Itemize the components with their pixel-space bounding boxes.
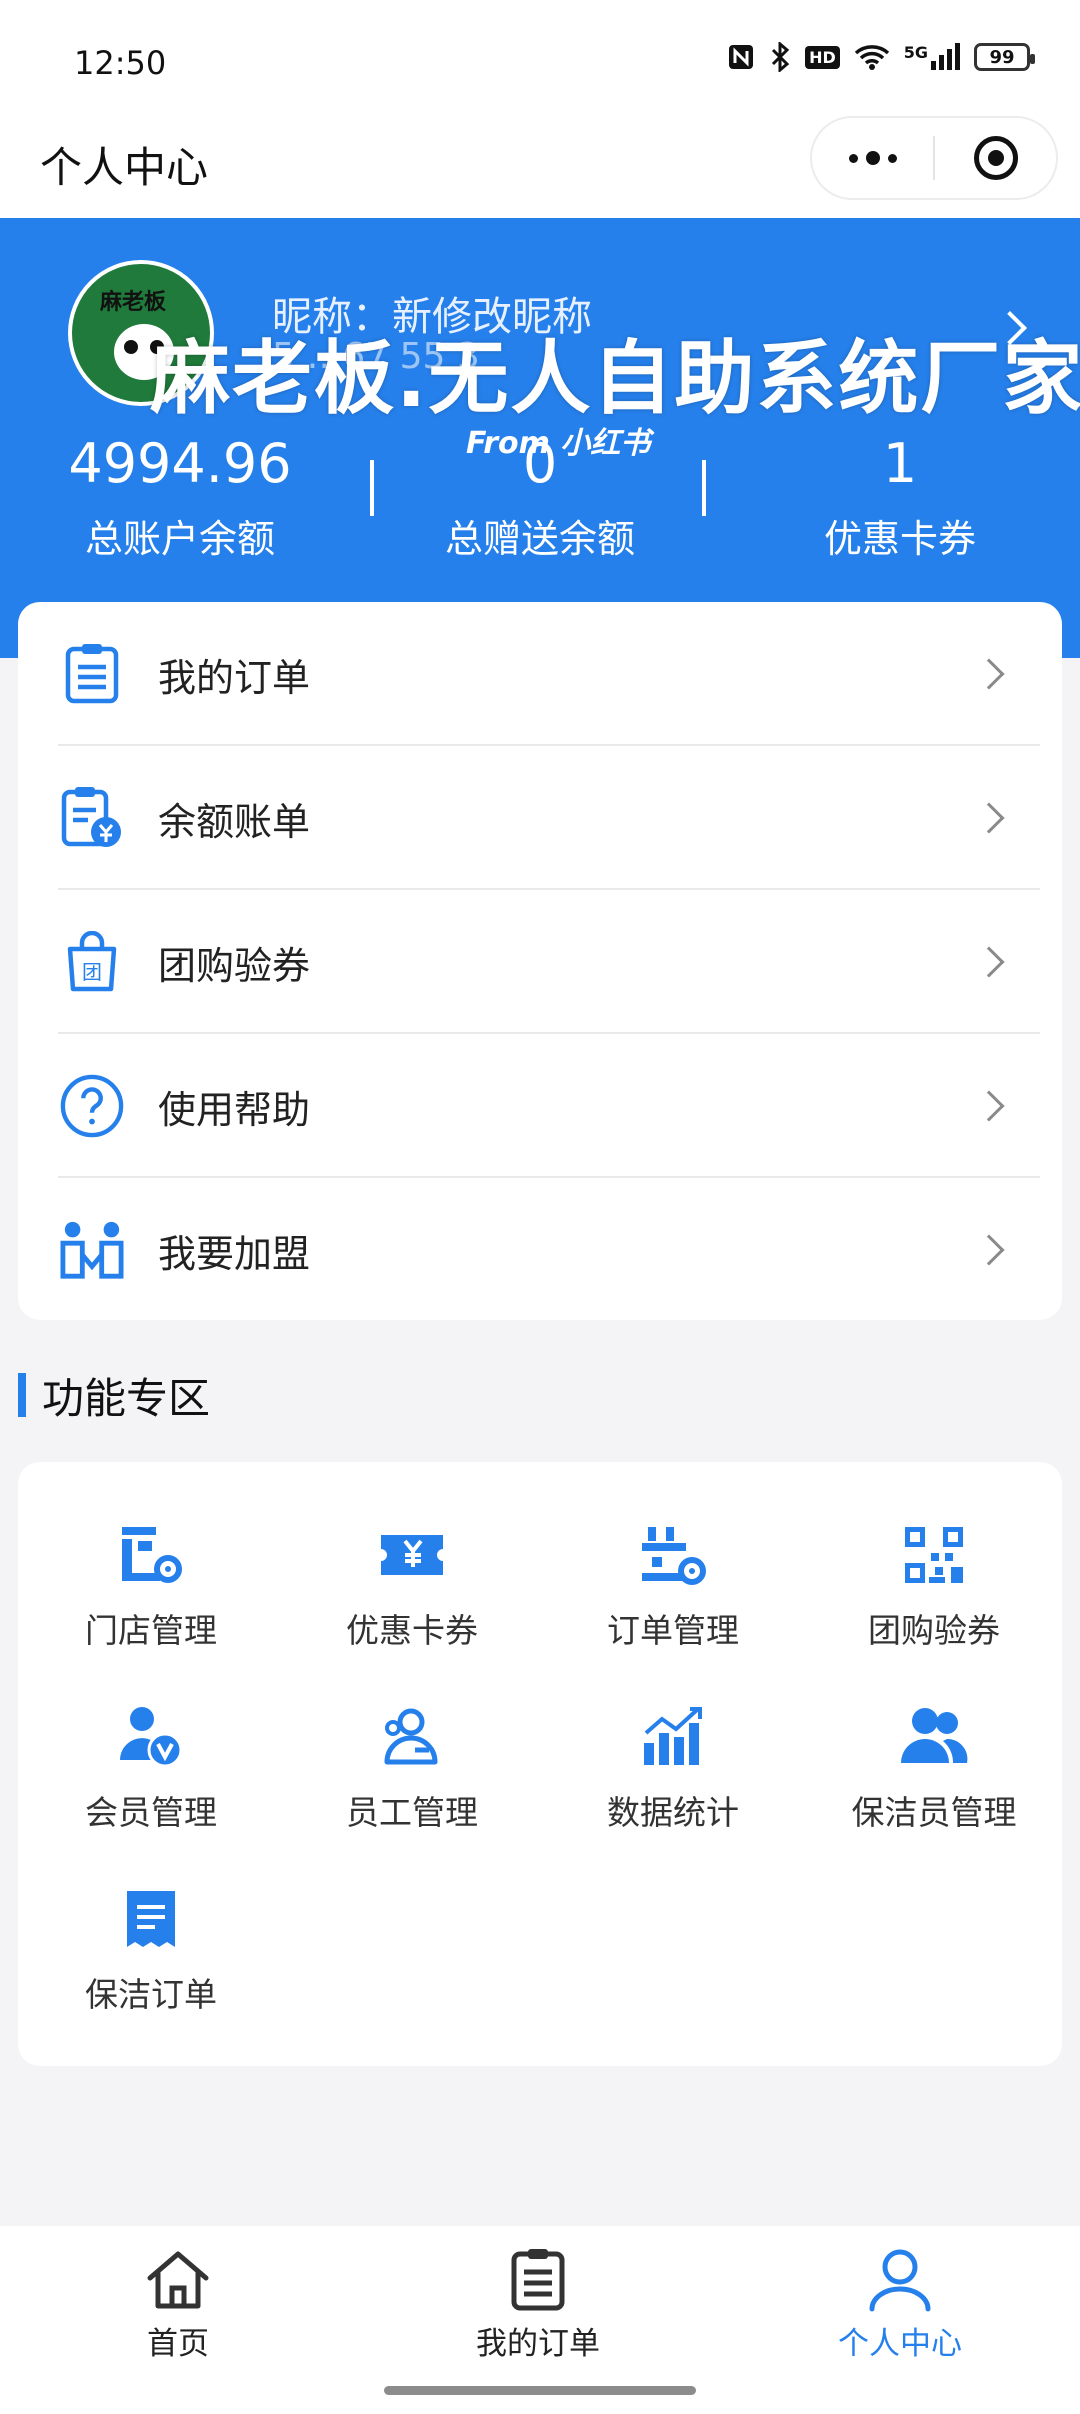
stat-label: 优惠卡券 [823, 517, 976, 561]
cleaning-order-icon [116, 1884, 186, 1954]
5g-signal-icon: 5G [904, 43, 960, 71]
function-label: 数据统计 [607, 1793, 739, 1832]
close-miniprogram-button[interactable] [935, 118, 1056, 198]
chevron-right-icon [973, 946, 1005, 978]
chart-icon [638, 1702, 708, 1772]
menu-item-label: 使用帮助 [158, 1087, 311, 1132]
status-time: 12:50 [74, 44, 167, 82]
function-cleaner-manage[interactable]: 保洁员管理 [803, 1702, 1065, 1872]
avatar-sign-text: 麻老板 [100, 290, 167, 315]
chevron-right-icon [973, 802, 1005, 834]
menu-item-help[interactable]: 使用帮助 [18, 1034, 1062, 1178]
nav-bar: 个人中心 [0, 110, 1080, 218]
stat-value: 4994.96 [68, 432, 292, 495]
section-accent-bar [18, 1373, 26, 1417]
tab-home[interactable]: 首页 [28, 2244, 328, 2363]
member-icon [116, 1702, 186, 1772]
more-icon [848, 151, 897, 165]
chevron-right-icon [973, 658, 1005, 690]
tab-label: 首页 [147, 2326, 209, 2362]
function-label: 团购验券 [868, 1611, 1000, 1650]
bluetooth-icon [769, 42, 791, 72]
nfc-icon [727, 43, 755, 71]
function-member-manage[interactable]: 会员管理 [20, 1702, 282, 1872]
battery-indicator: 99 [974, 43, 1035, 71]
orders-icon [502, 2244, 574, 2316]
stat-gift-balance[interactable]: 0 总赠送余额 [360, 428, 720, 578]
menu-item-label: 我要加盟 [158, 1231, 311, 1276]
cleaners-icon [899, 1702, 969, 1772]
hd-icon: HD [805, 45, 840, 69]
chevron-right-icon [973, 1234, 1005, 1266]
section-title-text: 功能专区 [42, 1373, 211, 1423]
function-coupons[interactable]: 优惠卡券 [281, 1520, 543, 1690]
mini-program-capsule [810, 116, 1058, 200]
function-cleaning-orders[interactable]: 保洁订单 [20, 1884, 282, 2054]
profile-icon [864, 2244, 936, 2316]
stat-total-balance[interactable]: 4994.96 总账户余额 [0, 428, 360, 578]
function-label: 会员管理 [85, 1793, 217, 1832]
bill-yuan-icon [60, 786, 124, 850]
balance-stats: 4994.96 总账户余额 0 总赠送余额 1 优惠卡券 [0, 428, 1080, 578]
store-manage-icon [116, 1520, 186, 1590]
menu-item-join[interactable]: 我要加盟 [18, 1178, 1062, 1322]
status-bar: 12:50 HD 5G 99 [0, 0, 1080, 110]
function-label: 优惠卡券 [346, 1611, 478, 1650]
wifi-icon [854, 43, 890, 71]
function-order-manage[interactable]: 订单管理 [542, 1520, 804, 1690]
profile-header: 麻老板 昵称：新修改昵称 5 …67 55 3 麻老板.无人自助系统厂家 Fro… [0, 218, 1080, 658]
group-bag-icon: 团 [60, 930, 124, 994]
section-title: 功能专区 [18, 1372, 210, 1423]
tab-profile[interactable]: 个人中心 [750, 2244, 1050, 2363]
home-indicator [384, 2386, 696, 2395]
svg-text:团: 团 [82, 960, 102, 984]
page-title: 个人中心 [40, 143, 209, 192]
menu-item-label: 我的订单 [158, 655, 311, 700]
function-label: 员工管理 [346, 1793, 478, 1832]
menu-item-balance-bill[interactable]: 余额账单 [18, 746, 1062, 890]
tab-label: 我的订单 [476, 2326, 600, 2362]
function-statistics[interactable]: 数据统计 [542, 1702, 804, 1872]
function-staff-manage[interactable]: 员工管理 [281, 1702, 543, 1872]
home-icon [142, 2244, 214, 2316]
status-icons: HD 5G 99 [727, 42, 1035, 72]
function-store-manage[interactable]: 门店管理 [20, 1520, 282, 1690]
menu-card: 我的订单 余额账单 团 团购验券 使用帮助 我要加盟 [18, 602, 1062, 1320]
function-qr-verify[interactable]: 团购验券 [803, 1520, 1065, 1690]
function-grid: 门店管理 优惠卡券 订单管理 团购验券 会员管理 员工管理 数据统计 保洁员管理… [18, 1462, 1062, 2066]
target-icon [973, 136, 1018, 180]
watermark-text: 麻老板.无人自助系统厂家 [150, 332, 1080, 425]
help-circle-icon [60, 1074, 124, 1138]
stat-label: 总账户余额 [84, 517, 275, 561]
menu-item-label: 团购验券 [158, 943, 311, 988]
coupon-icon [377, 1520, 447, 1590]
menu-item-my-orders[interactable]: 我的订单 [18, 602, 1062, 746]
tab-my-orders[interactable]: 我的订单 [388, 2244, 688, 2363]
function-label: 订单管理 [607, 1611, 739, 1650]
function-label: 门店管理 [85, 1611, 217, 1650]
join-people-icon [60, 1218, 124, 1282]
qr-verify-icon [899, 1520, 969, 1590]
stat-label: 总赠送余额 [444, 517, 635, 561]
stat-value: 0 [522, 432, 558, 495]
order-manage-icon [638, 1520, 708, 1590]
menu-item-group-verify[interactable]: 团 团购验券 [18, 890, 1062, 1034]
stat-coupons[interactable]: 1 优惠卡券 [720, 428, 1080, 578]
stat-divider [702, 460, 706, 516]
network-label: 5G [903, 43, 928, 62]
staff-icon [377, 1702, 447, 1772]
menu-item-label: 余额账单 [158, 799, 311, 844]
more-button[interactable] [812, 118, 933, 198]
function-label: 保洁员管理 [851, 1793, 1017, 1832]
function-label: 保洁订单 [85, 1975, 217, 2014]
tab-label: 个人中心 [838, 2326, 962, 2362]
stat-divider [370, 460, 374, 516]
chevron-right-icon [973, 1090, 1005, 1122]
stat-value: 1 [882, 432, 918, 495]
clipboard-list-icon [60, 642, 124, 706]
